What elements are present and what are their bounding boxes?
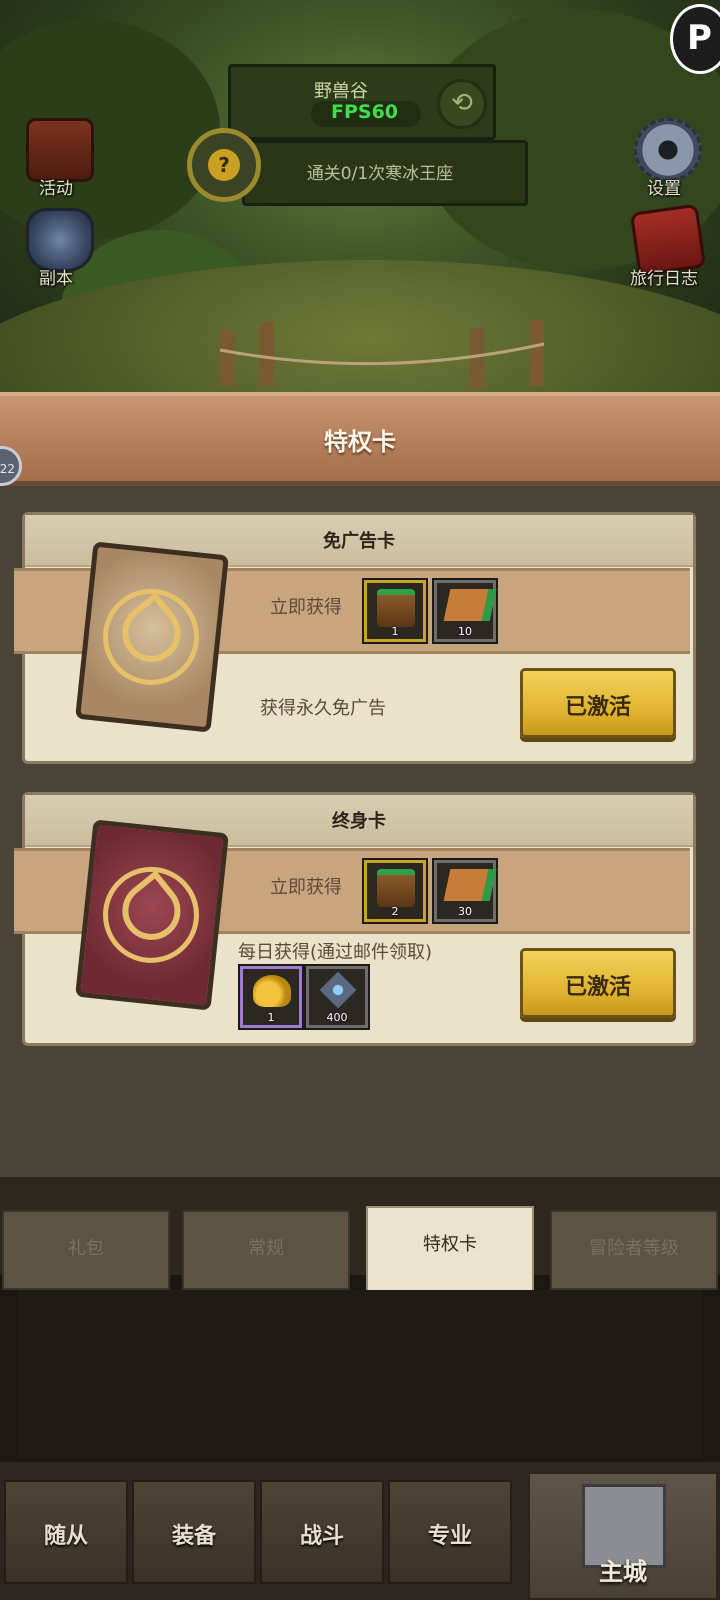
instant-reward-label: 立即获得	[270, 877, 342, 898]
tab-label: 冒险者等级	[589, 1238, 679, 1259]
wooden-fence	[219, 320, 545, 388]
question-mark-icon: ?	[208, 149, 240, 181]
reward-quantity: 1	[267, 1011, 275, 1024]
nav-label: 战斗	[299, 1524, 344, 1549]
daily-reward-slot[interactable]: 400	[304, 964, 370, 1030]
ticket-icon	[443, 589, 497, 621]
activity-button[interactable]: 活动	[12, 112, 100, 200]
reward-quantity: 1	[391, 625, 399, 638]
activated-button-label: 已激活	[564, 695, 631, 720]
activated-button-label: 已激活	[564, 975, 631, 1000]
tab-privilege-card[interactable]: 特权卡	[366, 1206, 534, 1292]
nav-label: 装备	[171, 1524, 216, 1549]
tab-label: 常规	[248, 1238, 284, 1259]
activity-label: 活动	[39, 179, 73, 199]
nav-followers[interactable]: 随从	[4, 1480, 128, 1584]
settings-button[interactable]: 设置	[620, 112, 708, 200]
nav-label: 随从	[43, 1524, 88, 1549]
nav-equipment[interactable]: 装备	[132, 1480, 256, 1584]
no-ads-card-art	[75, 541, 229, 733]
reward-quantity: 30	[458, 905, 472, 918]
gem-icon	[319, 971, 357, 1009]
ticket-icon	[443, 869, 497, 901]
quest-help-icon[interactable]: ?	[187, 128, 261, 202]
nav-profession[interactable]: 专业	[388, 1480, 512, 1584]
reward-quantity: 400	[326, 1011, 348, 1024]
privilege-panel	[0, 392, 720, 1177]
tab-adventurer-level[interactable]: 冒险者等级	[550, 1210, 718, 1290]
stage-name: 野兽谷	[314, 81, 368, 102]
instant-reward-label: 立即获得	[270, 597, 342, 618]
dungeon-button[interactable]: 副本	[12, 202, 100, 290]
reward-quantity: 10	[458, 625, 472, 638]
portal-icon	[26, 208, 94, 272]
gold-pile-icon	[253, 975, 291, 1007]
celtic-knot-icon	[98, 584, 204, 690]
gear-icon	[634, 118, 702, 182]
chest-icon	[377, 869, 415, 907]
chest-icon	[377, 589, 415, 627]
quest-tracker[interactable]: 通关0/1次寒冰王座	[242, 140, 528, 206]
dungeon-label: 副本	[39, 269, 73, 289]
daily-reward-label: 每日获得(通过邮件领取)	[238, 942, 433, 963]
tab-label: 特权卡	[423, 1234, 477, 1255]
travel-journal-button[interactable]: 旅行日志	[620, 202, 708, 290]
settings-label: 设置	[647, 179, 681, 199]
activated-button[interactable]: 已激活	[520, 948, 676, 1018]
tab-regular[interactable]: 常规	[182, 1210, 350, 1290]
panel-title: 特权卡	[324, 428, 396, 456]
nav-label: 主城	[599, 1558, 647, 1586]
quest-text: 通关0/1次寒冰王座	[306, 164, 454, 184]
travel-journal-label: 旅行日志	[630, 269, 698, 289]
tab-gift-pack[interactable]: 礼包	[2, 1210, 170, 1290]
nav-main-city[interactable]: 主城	[528, 1472, 718, 1600]
reward-slot[interactable]: 30	[432, 858, 498, 924]
activated-button[interactable]: 已激活	[520, 668, 676, 738]
activity-board-icon	[26, 118, 94, 182]
nav-label: 专业	[427, 1524, 472, 1549]
no-ads-description: 获得永久免广告	[260, 698, 386, 719]
tab-label: 礼包	[68, 1238, 104, 1259]
reward-slot[interactable]: 10	[432, 578, 498, 644]
reward-slot[interactable]: 1	[362, 578, 428, 644]
reward-slot[interactable]: 2	[362, 858, 428, 924]
fps-counter: FPS60	[331, 101, 399, 123]
stage-info-panel: 野兽谷 FPS60 ⟲	[228, 64, 496, 140]
celtic-knot-icon	[98, 862, 204, 968]
panel-header: 特权卡	[0, 392, 720, 486]
daily-reward-slot[interactable]: 1	[238, 964, 304, 1030]
lifetime-card-art	[75, 819, 229, 1011]
reward-quantity: 2	[391, 905, 399, 918]
refresh-stage-button[interactable]: ⟲	[437, 79, 487, 129]
nav-battle[interactable]: 战斗	[260, 1480, 384, 1584]
content-list-area	[18, 1290, 702, 1458]
